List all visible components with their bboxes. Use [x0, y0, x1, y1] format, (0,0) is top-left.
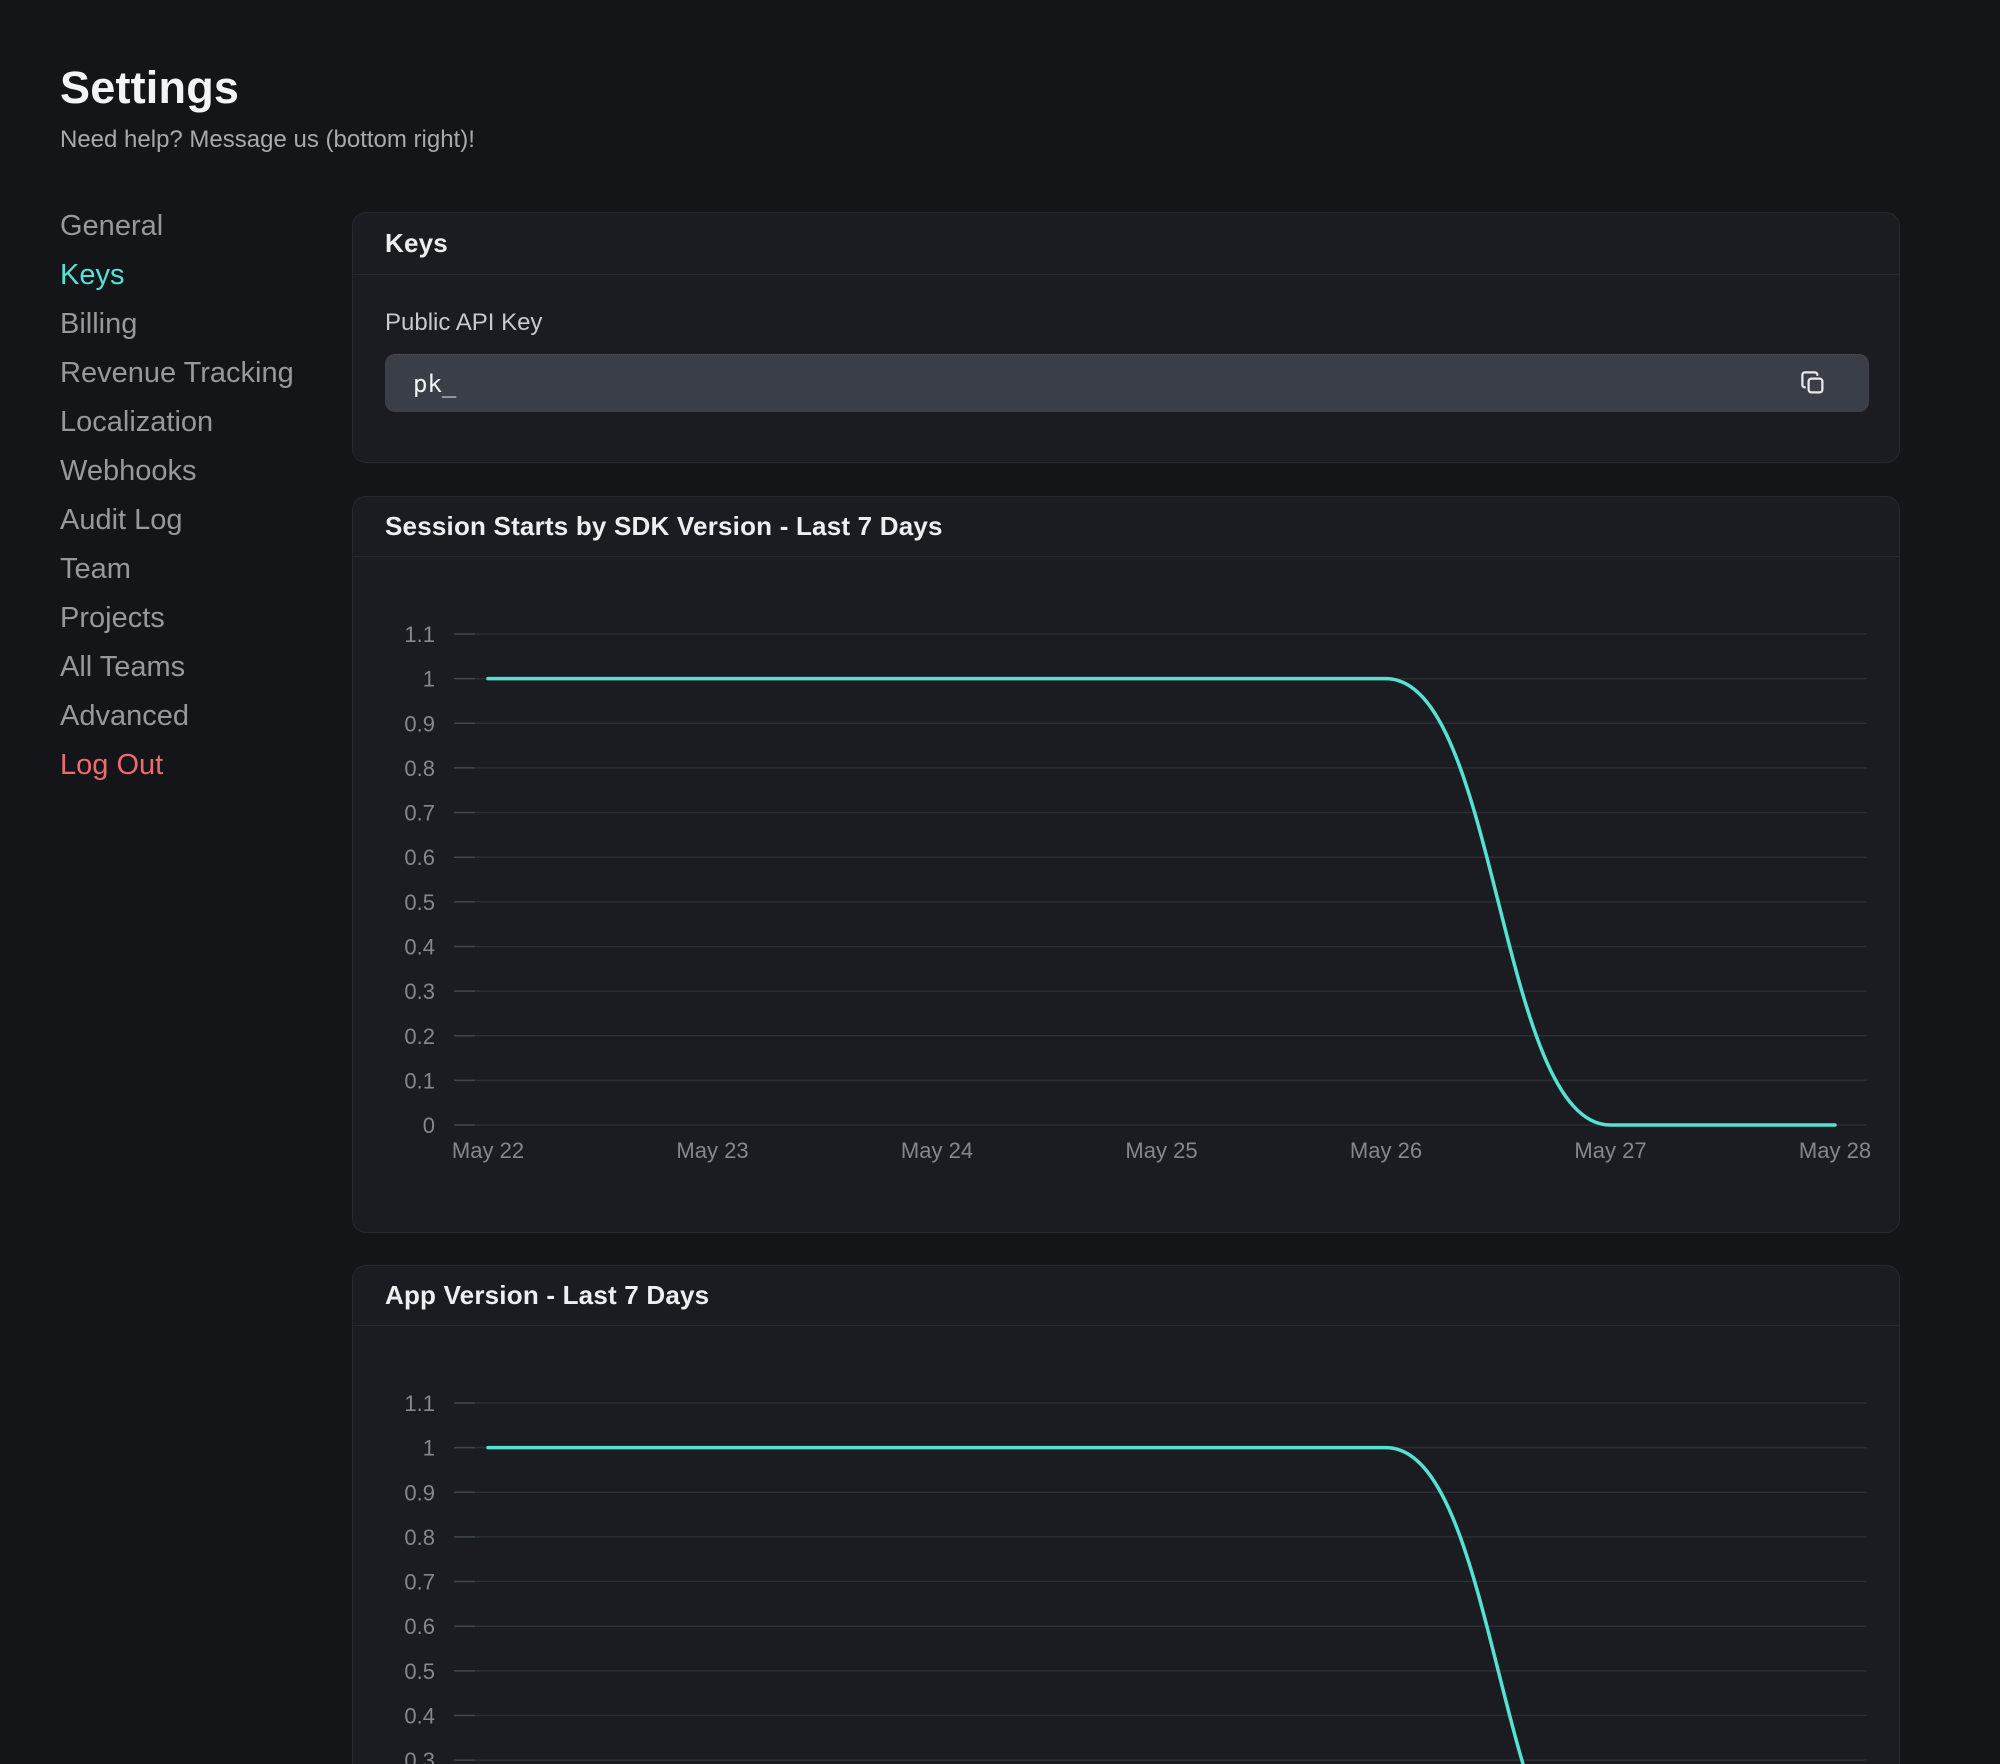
svg-text:May 23: May 23	[676, 1138, 748, 1163]
svg-text:0.3: 0.3	[404, 979, 435, 1004]
svg-text:0.1: 0.1	[404, 1068, 435, 1093]
app-version-chart-card: App Version - Last 7 Days 1.1 1 0.9 0.8 0.7 0…	[352, 1265, 1900, 1764]
public-api-key-field-wrap	[385, 354, 1867, 412]
svg-text:May 24: May 24	[901, 1138, 973, 1163]
keys-card-header: Keys	[353, 213, 1899, 275]
copy-api-key-button[interactable]	[1795, 365, 1831, 401]
page-title: Settings	[60, 62, 2000, 114]
keys-card-title: Keys	[385, 228, 448, 259]
svg-text:May 27: May 27	[1574, 1138, 1646, 1163]
settings-page: Settings Need help? Message us (bottom r…	[0, 0, 2000, 1764]
svg-text:0.8: 0.8	[404, 1525, 435, 1550]
svg-text:May 26: May 26	[1350, 1138, 1422, 1163]
svg-text:0.3: 0.3	[404, 1748, 435, 1764]
sidebar-item-webhooks[interactable]: Webhooks	[60, 447, 352, 496]
content-column: Keys Public API Key	[352, 202, 1900, 1764]
app-version-line-chart: 1.110.90.80.70.60.50.40.30.20.10May 22Ma…	[353, 1326, 1900, 1764]
sidebar-item-audit-log[interactable]: Audit Log	[60, 496, 352, 545]
svg-text:0.5: 0.5	[404, 1659, 435, 1684]
sdk-version-chart-title: Session Starts by SDK Version - Last 7 D…	[385, 511, 943, 542]
sidebar-item-billing[interactable]: Billing	[60, 300, 352, 349]
svg-text:0.5: 0.5	[404, 890, 435, 915]
sdk-version-chart-body: 1.1 1 0.9 0.8 0.7 0.6 0.5 0.4 0.3 0.2 0.1 0 May 22 Ma…	[353, 557, 1899, 1233]
svg-text:0: 0	[423, 1113, 435, 1138]
svg-text:0.6: 0.6	[404, 845, 435, 870]
svg-text:0.4: 0.4	[404, 1703, 435, 1728]
svg-text:0.6: 0.6	[404, 1614, 435, 1639]
svg-text:May 28: May 28	[1799, 1138, 1871, 1163]
svg-text:0.7: 0.7	[404, 1570, 435, 1595]
sdk-version-chart-header: Session Starts by SDK Version - Last 7 D…	[353, 497, 1899, 557]
sidebar-item-team[interactable]: Team	[60, 545, 352, 594]
keys-card: Keys Public API Key	[352, 212, 1900, 463]
sidebar-item-general[interactable]: General	[60, 202, 352, 251]
svg-text:May 22: May 22	[452, 1138, 524, 1163]
sidebar-item-all-teams[interactable]: All Teams	[60, 643, 352, 692]
sdk-version-chart-card: Session Starts by SDK Version - Last 7 D…	[352, 496, 1900, 1233]
sidebar-item-keys[interactable]: Keys	[60, 251, 352, 300]
app-version-chart-body: 1.110.90.80.70.60.50.40.30.20.10May 22Ma…	[353, 1326, 1899, 1764]
sidebar-item-log-out[interactable]: Log Out	[60, 741, 352, 790]
copy-icon	[1798, 368, 1828, 398]
svg-text:0.9: 0.9	[404, 711, 435, 736]
sidebar-item-revenue-tracking[interactable]: Revenue Tracking	[60, 349, 352, 398]
svg-text:1: 1	[423, 667, 435, 692]
svg-text:1.1: 1.1	[404, 1391, 435, 1416]
svg-text:May 25: May 25	[1125, 1138, 1197, 1163]
svg-text:0.2: 0.2	[404, 1024, 435, 1049]
svg-text:0.8: 0.8	[404, 756, 435, 781]
sidebar-item-advanced[interactable]: Advanced	[60, 692, 352, 741]
sdk-version-line-chart: 1.1 1 0.9 0.8 0.7 0.6 0.5 0.4 0.3 0.2 0.1 0 May 22 Ma…	[353, 557, 1900, 1233]
svg-text:0.7: 0.7	[404, 801, 435, 826]
svg-text:0.9: 0.9	[404, 1480, 435, 1505]
main-layout: GeneralKeysBillingRevenue TrackingLocali…	[0, 202, 2000, 1764]
svg-text:0.4: 0.4	[404, 934, 435, 959]
svg-text:1.1: 1.1	[404, 622, 435, 647]
svg-text:1: 1	[423, 1436, 435, 1461]
app-version-chart-header: App Version - Last 7 Days	[353, 1266, 1899, 1326]
keys-card-body: Public API Key	[353, 275, 1899, 412]
app-version-chart-title: App Version - Last 7 Days	[385, 1280, 709, 1311]
public-api-key-label: Public API Key	[385, 309, 1867, 337]
public-api-key-input[interactable]	[385, 354, 1869, 412]
sidebar-item-projects[interactable]: Projects	[60, 594, 352, 643]
page-header: Settings Need help? Message us (bottom r…	[0, 0, 2000, 154]
page-subtitle: Need help? Message us (bottom right)!	[60, 126, 2000, 154]
sidebar: GeneralKeysBillingRevenue TrackingLocali…	[60, 202, 352, 790]
sidebar-item-localization[interactable]: Localization	[60, 398, 352, 447]
